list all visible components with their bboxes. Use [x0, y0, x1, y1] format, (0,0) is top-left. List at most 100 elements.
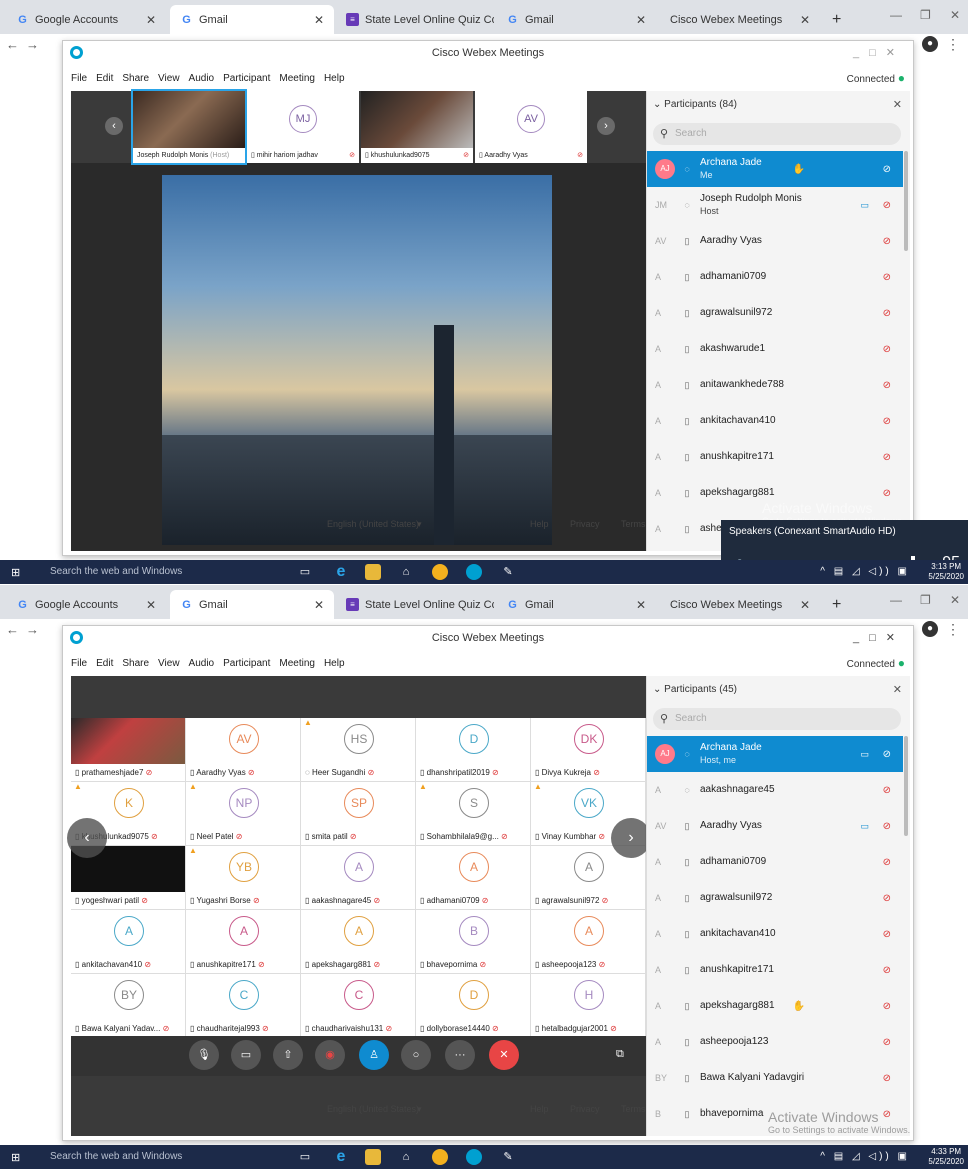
close-icon[interactable]: ✕: [893, 98, 902, 111]
participant-row[interactable]: A ▯ agrawalsunil972 ⊘: [647, 880, 903, 916]
mic-muted-icon[interactable]: ⊘: [883, 344, 891, 355]
paint-icon[interactable]: ✎: [500, 1149, 516, 1165]
mic-muted-icon[interactable]: ⊘: [883, 488, 891, 499]
mic-muted-icon[interactable]: ⊘: [883, 821, 891, 832]
participant-tile[interactable]: A ▯ anushkapitre171 ⊘: [186, 910, 301, 974]
webex-icon[interactable]: [466, 564, 482, 580]
mic-muted-icon[interactable]: ⊘: [883, 893, 891, 904]
menu-meeting[interactable]: Meeting: [279, 658, 315, 669]
edge-icon[interactable]: e: [333, 1149, 349, 1165]
menu-participant[interactable]: Participant: [223, 658, 270, 669]
participant-row[interactable]: A ▯ apekshagarg881 ✋ ⊘: [647, 988, 903, 1024]
window-controls[interactable]: _□✕: [853, 631, 905, 644]
participant-tile[interactable]: HS ▲ ◌ Heer Sugandhi ⊘: [301, 718, 416, 782]
menu-file[interactable]: File: [71, 658, 87, 669]
participant-tile[interactable]: A ▯ asheepooja123 ⊘: [531, 910, 646, 974]
mic-muted-icon[interactable]: ⊘: [883, 1073, 891, 1084]
participant-tile[interactable]: NP ▲ ▯ Neel Patel ⊘: [186, 782, 301, 846]
paint-icon[interactable]: ✎: [500, 564, 516, 580]
close-icon[interactable]: ✕: [146, 598, 156, 612]
share-button[interactable]: ⇧: [273, 1040, 303, 1070]
new-tab-button[interactable]: +: [822, 590, 852, 619]
close-icon[interactable]: ✕: [314, 13, 324, 27]
forward-arrow-icon[interactable]: →: [26, 622, 39, 637]
store-icon[interactable]: ⌂: [398, 564, 414, 580]
participant-row[interactable]: AJ ◌ Archana Jade Me ✋ ⊘: [647, 151, 903, 187]
mic-muted-icon[interactable]: ⊘: [883, 929, 891, 940]
store-icon[interactable]: ⌂: [398, 1149, 414, 1165]
participant-tile[interactable]: YB ▲ ▯ Yugashri Borse ⊘: [186, 846, 301, 910]
close-icon[interactable]: ✕: [146, 13, 156, 27]
filmstrip-thumb[interactable]: Joseph Rudolph Monis (Host): [131, 89, 247, 165]
windows-start-icon[interactable]: ⊞: [11, 1151, 20, 1164]
participant-row[interactable]: A ▯ agrawalsunil972 ⊘: [647, 295, 903, 331]
more-button[interactable]: ···: [445, 1040, 475, 1070]
tab-quiz-form[interactable]: ≡ State Level Online Quiz Contes ✕: [336, 5, 494, 34]
tab-google-accounts[interactable]: G Google Accounts ✕: [6, 5, 166, 34]
filmstrip-thumb[interactable]: ▯ khushulunkad9075 ⊘: [361, 91, 473, 163]
participant-row[interactable]: AJ ◌ Archana Jade Host, me ▭ ⊘: [647, 736, 903, 772]
mic-muted-icon[interactable]: ⊘: [883, 272, 891, 283]
participant-tile[interactable]: D ▯ dollyborase14440 ⊘: [416, 974, 531, 1038]
menu-help[interactable]: Help: [324, 73, 345, 84]
participant-row[interactable]: A ▯ anitawankhede788 ⊘: [647, 367, 903, 403]
mic-muted-icon[interactable]: ⊘: [883, 857, 891, 868]
layout-icon[interactable]: ⧉: [616, 1048, 624, 1061]
chrome-icon[interactable]: [432, 1149, 448, 1165]
taskbar-clock[interactable]: 3:13 PM 5/25/2020: [928, 562, 964, 582]
system-tray[interactable]: ^ ▤ ◿ ◁)) ▣: [820, 1151, 910, 1162]
menu-view[interactable]: View: [158, 73, 180, 84]
help-link[interactable]: Help: [530, 1104, 549, 1114]
participant-row[interactable]: A ▯ anushkapitre171 ⊘: [647, 952, 903, 988]
edge-icon[interactable]: e: [333, 564, 349, 580]
menu-audio[interactable]: Audio: [189, 73, 215, 84]
participant-row[interactable]: A ▯ akashwarude1 ⊘: [647, 331, 903, 367]
participant-tile[interactable]: S ▲ ▯ Sohambhilala9@g... ⊘: [416, 782, 531, 846]
menu-edit[interactable]: Edit: [96, 658, 113, 669]
help-link[interactable]: Help: [530, 519, 549, 529]
taskbar-clock[interactable]: 4:33 PM 5/25/2020: [928, 1147, 964, 1167]
taskbar-search[interactable]: Search the web and Windows: [50, 1151, 182, 1162]
participant-tile[interactable]: H ▯ hetalbadgujar2001 ⊘: [531, 974, 646, 1038]
minimize-icon[interactable]: —: [890, 593, 902, 607]
file-explorer-icon[interactable]: [365, 1149, 381, 1165]
menu-file[interactable]: File: [71, 73, 87, 84]
language-select[interactable]: English (United States): [327, 1104, 419, 1114]
participant-row[interactable]: A ▯ ankitachavan410 ⊘: [647, 916, 903, 952]
mic-muted-icon[interactable]: ⊘: [883, 200, 891, 211]
task-view-icon[interactable]: ▭: [297, 564, 313, 580]
participant-tile[interactable]: A ▯ apekshagarg881 ⊘: [301, 910, 416, 974]
privacy-link[interactable]: Privacy: [570, 1104, 600, 1114]
file-explorer-icon[interactable]: [365, 564, 381, 580]
participant-tile[interactable]: A ▯ ankitachavan410 ⊘: [71, 910, 186, 974]
filmstrip-next-button[interactable]: ›: [597, 117, 615, 135]
mic-muted-icon[interactable]: ⊘: [883, 965, 891, 976]
menu-meeting[interactable]: Meeting: [279, 73, 315, 84]
scrollbar[interactable]: [904, 736, 908, 836]
menu-share[interactable]: Share: [122, 658, 149, 669]
mic-muted-icon[interactable]: ⊘: [883, 380, 891, 391]
restore-icon[interactable]: ❐: [920, 593, 931, 607]
close-icon[interactable]: ✕: [800, 13, 810, 27]
mic-muted-icon[interactable]: ⊘: [883, 785, 891, 796]
record-button[interactable]: ◉: [315, 1040, 345, 1070]
participants-button[interactable]: ♙: [359, 1040, 389, 1070]
participants-header[interactable]: ⌄ Participants (45): [653, 684, 737, 695]
mic-muted-icon[interactable]: ⊘: [883, 236, 891, 247]
participant-tile[interactable]: SP ▯ smita patil ⊘: [301, 782, 416, 846]
tab-gmail[interactable]: G Gmail ✕: [170, 590, 334, 619]
grid-prev-button[interactable]: ‹: [67, 818, 107, 858]
menu-participant[interactable]: Participant: [223, 73, 270, 84]
back-arrow-icon[interactable]: ←: [6, 37, 19, 52]
tab-google-accounts[interactable]: G Google Accounts ✕: [6, 590, 166, 619]
windows-start-icon[interactable]: ⊞: [11, 566, 20, 579]
close-window-icon[interactable]: ✕: [950, 593, 960, 607]
participant-search-input[interactable]: ⚲ Search: [653, 123, 901, 145]
tab-gmail-2[interactable]: G Gmail ✕: [496, 5, 656, 34]
back-arrow-icon[interactable]: ←: [6, 622, 19, 637]
participant-row[interactable]: A ▯ adhamani0709 ⊘: [647, 259, 903, 295]
mic-muted-icon[interactable]: ⊘: [883, 416, 891, 427]
participant-row[interactable]: JM ◌ Joseph Rudolph Monis Host ▭ ⊘: [647, 187, 903, 223]
filmstrip-thumb[interactable]: AV ▯ Aaradhy Vyas ⊘: [475, 91, 587, 163]
tab-quiz-form[interactable]: ≡ State Level Online Quiz Contes ✕: [336, 590, 494, 619]
